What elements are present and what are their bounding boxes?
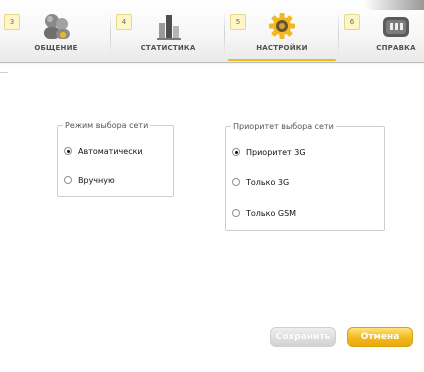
tab-bar: 3 ОБЩЕНИЕ 4 СТАТИСТИКА 5 НАСТРОЙКИ 6 СПР… — [0, 0, 424, 65]
radio-label: Приоритет 3G — [246, 147, 306, 157]
statistics-bars-icon — [151, 12, 185, 40]
tab-number-badge: 6 — [344, 14, 360, 30]
chat-people-icon — [39, 12, 73, 40]
network-mode-group: Режим выбора сети Автоматически Вручную — [57, 121, 174, 197]
tab-statistics[interactable]: 4 СТАТИСТИКА — [112, 0, 224, 62]
radio-gsm-only[interactable]: Только GSM — [232, 206, 296, 220]
radio-label: Автоматически — [78, 146, 143, 156]
radio-label: Только 3G — [246, 177, 290, 187]
tab-number-badge: 5 — [230, 14, 246, 30]
network-priority-legend: Приоритет выбора сети — [233, 122, 334, 131]
radio-label: Только GSM — [246, 208, 297, 218]
radio-3g-priority[interactable]: Приоритет 3G — [232, 145, 306, 159]
tab-separator — [338, 12, 339, 56]
settings-gear-icon — [265, 12, 299, 40]
tab-number-badge: 3 — [4, 14, 20, 30]
tab-label: СТАТИСТИКА — [140, 44, 196, 52]
help-manual-icon — [379, 12, 413, 40]
tab-label: СПРАВКА — [376, 44, 416, 52]
radio-3g-only[interactable]: Только 3G — [232, 175, 289, 189]
radio-label: Вручную — [78, 175, 115, 185]
tab-communication[interactable]: 3 ОБЩЕНИЕ — [0, 0, 112, 62]
radio-button[interactable] — [232, 148, 240, 156]
tab-help[interactable]: 6 СПРАВКА — [340, 0, 424, 62]
save-button[interactable]: Сохранить — [270, 327, 336, 347]
tab-label: НАСТРОЙКИ — [256, 44, 308, 52]
tab-settings[interactable]: 5 НАСТРОЙКИ — [226, 0, 338, 62]
tab-label: ОБЩЕНИЕ — [34, 44, 78, 52]
network-priority-group: Приоритет выбора сети Приоритет 3G Тольк… — [225, 122, 385, 231]
radio-button[interactable] — [232, 209, 240, 217]
radio-automatic[interactable]: Автоматически — [64, 144, 143, 158]
network-mode-legend: Режим выбора сети — [65, 121, 149, 130]
radio-button[interactable] — [64, 176, 72, 184]
active-tab-indicator — [228, 59, 336, 61]
cancel-button[interactable]: Отмена — [347, 327, 413, 347]
radio-button[interactable] — [64, 147, 72, 155]
divider — [0, 72, 8, 73]
tab-separator — [110, 12, 111, 56]
tab-number-badge: 4 — [116, 14, 132, 30]
radio-manual[interactable]: Вручную — [64, 173, 115, 187]
tab-separator — [224, 12, 225, 56]
radio-button[interactable] — [232, 178, 240, 186]
